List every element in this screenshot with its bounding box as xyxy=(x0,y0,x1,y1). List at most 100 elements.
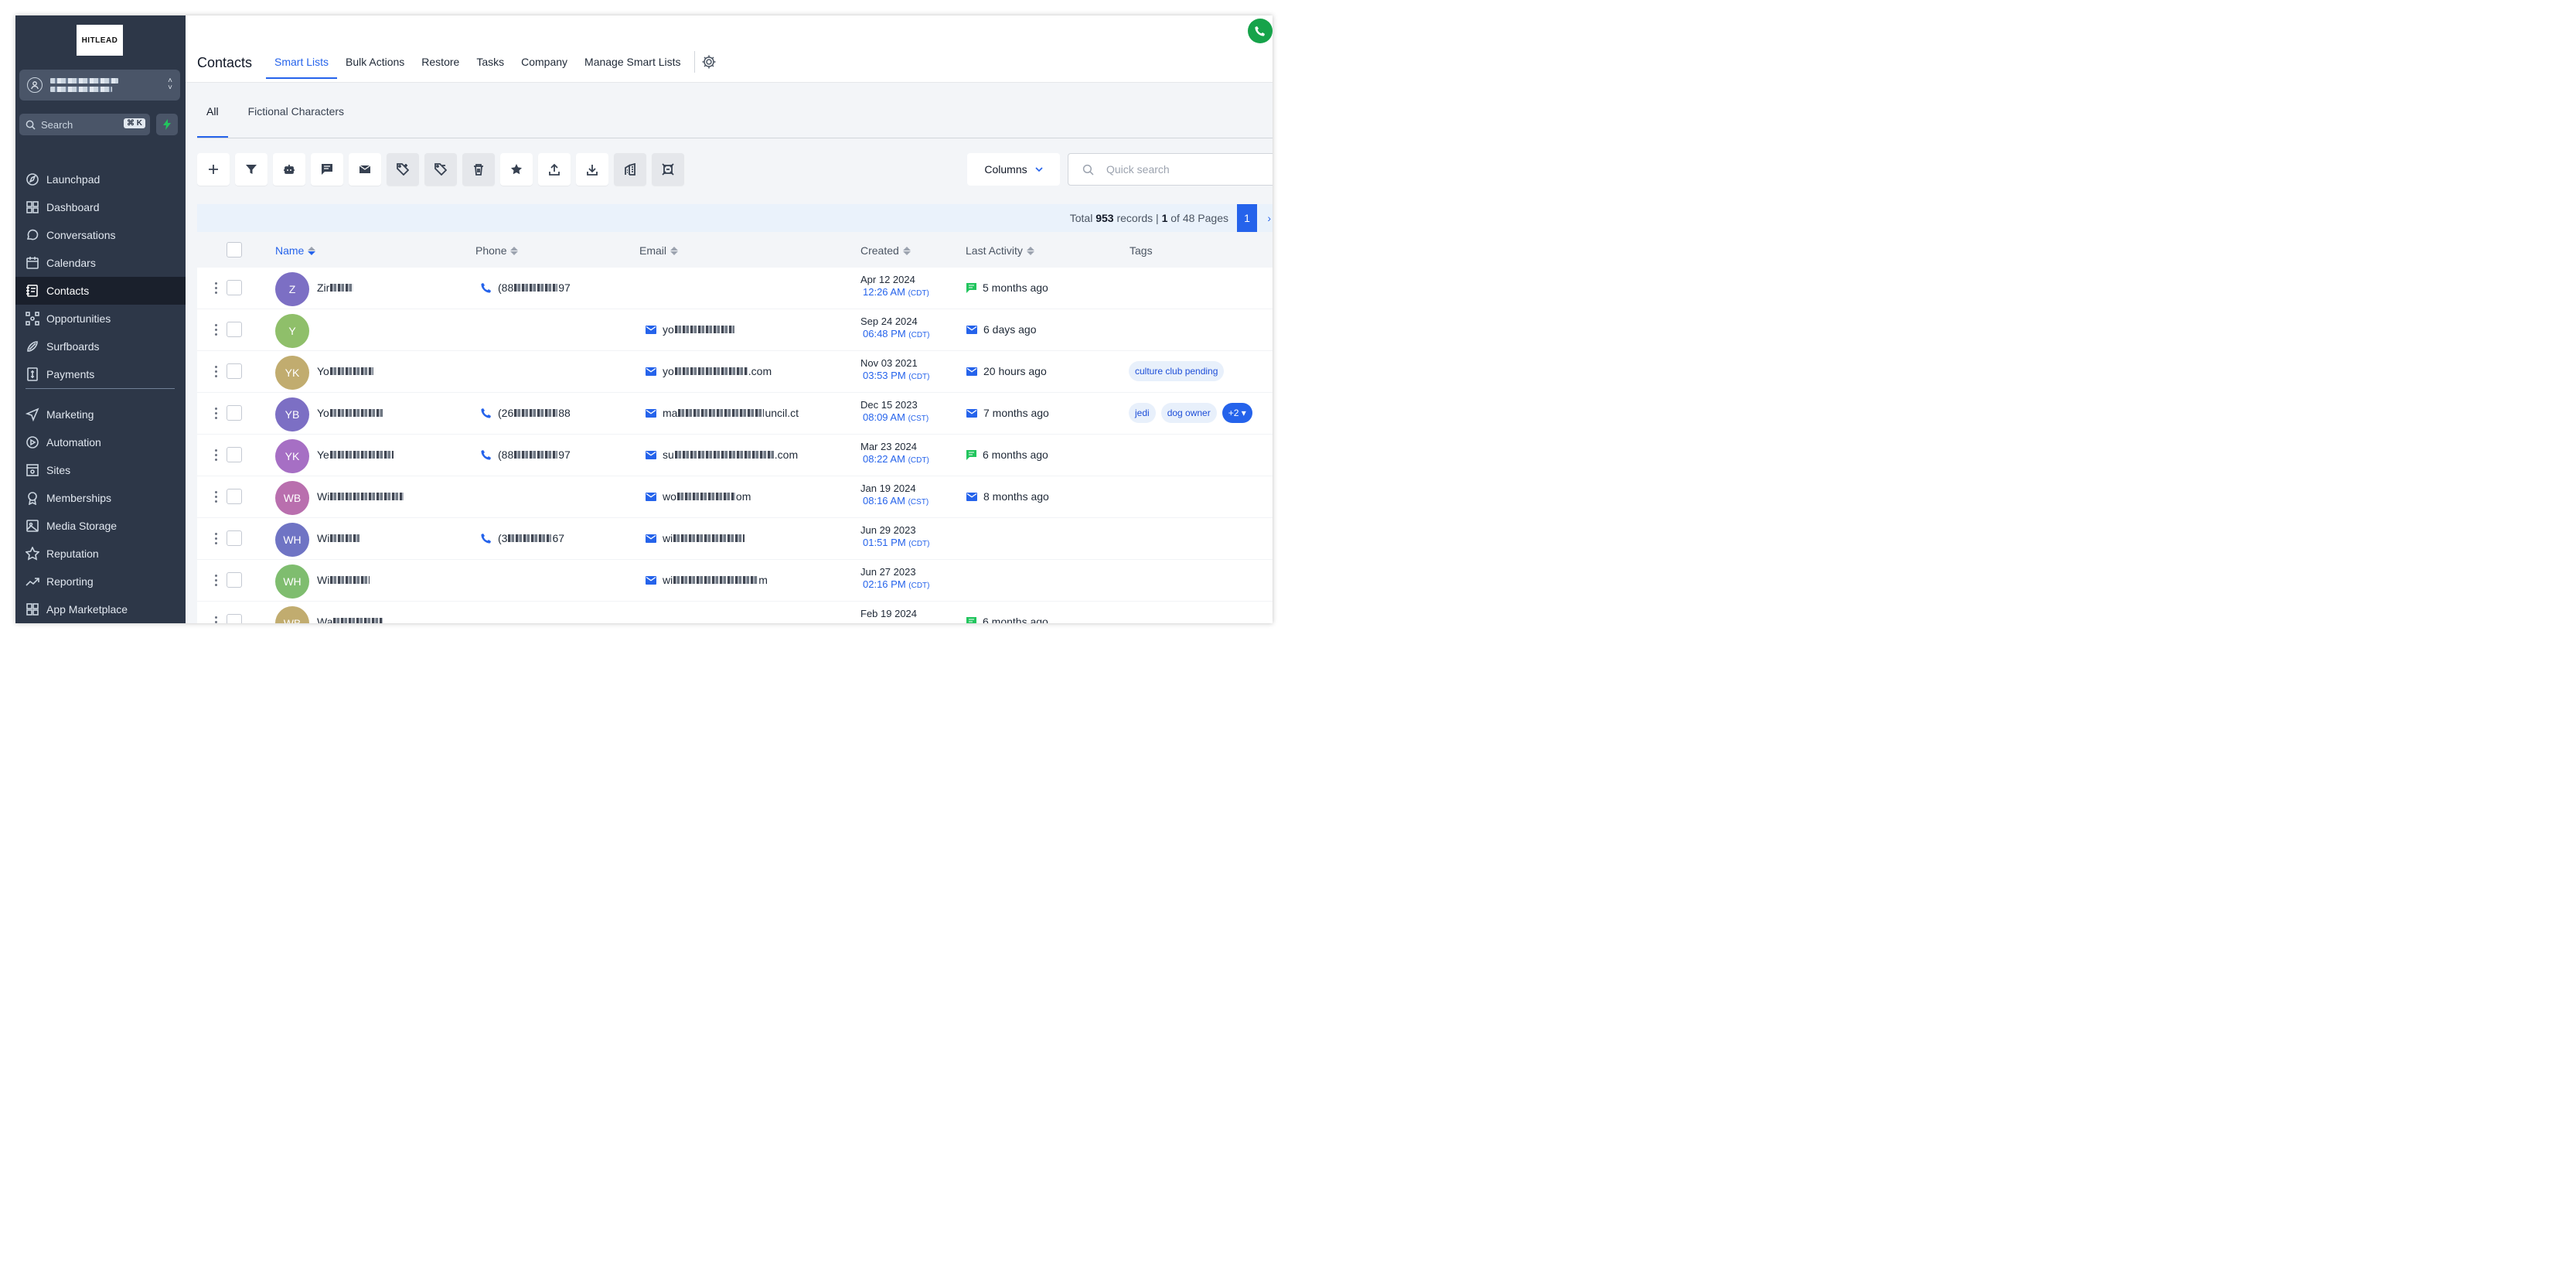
sidebar-item-reputation[interactable]: Reputation xyxy=(15,540,186,568)
sidebar-item-payments[interactable]: Payments xyxy=(15,360,186,388)
table-row[interactable]: WB Wa Feb 19 2024 6 months ago xyxy=(197,602,1273,623)
contact-name[interactable]: Ye xyxy=(317,449,394,461)
sidebar-item-contacts[interactable]: Contacts xyxy=(15,277,186,305)
tag-chip[interactable]: dog owner xyxy=(1160,403,1217,423)
sidebar-item-opportunities[interactable]: Opportunities xyxy=(15,305,186,333)
avatar[interactable]: Z xyxy=(275,272,309,306)
column-header-last-activity[interactable]: Last Activity xyxy=(966,244,1034,257)
sidebar-item-dashboard[interactable]: Dashboard xyxy=(15,193,186,221)
avatar[interactable]: WB xyxy=(275,606,309,623)
export-button[interactable] xyxy=(538,153,571,186)
contact-email[interactable]: wi xyxy=(646,532,745,544)
avatar[interactable]: YK xyxy=(275,356,309,390)
sidebar-item-automation[interactable]: Automation xyxy=(15,428,186,456)
table-row[interactable]: YK Yo yo .com Nov 03 2021 03:53 PM (CDT) 20 ho… xyxy=(197,351,1273,393)
gear-icon[interactable] xyxy=(701,54,717,70)
table-row[interactable]: WH Wi wi m Jun 27 2023 02:16 PM (CDT) xyxy=(197,560,1273,602)
contact-name[interactable]: Yo xyxy=(317,407,384,419)
favorite-button[interactable] xyxy=(500,153,533,186)
row-menu-icon[interactable] xyxy=(215,408,217,419)
quick-action-button[interactable] xyxy=(156,114,178,135)
contact-email[interactable]: ma uncil.ct xyxy=(646,407,799,419)
account-switcher[interactable]: ˄ ˅ xyxy=(19,70,180,101)
row-checkbox[interactable] xyxy=(227,489,242,504)
contact-email[interactable]: wi m xyxy=(646,574,768,586)
sidebar-item-sites[interactable]: Sites xyxy=(15,456,186,484)
contact-phone[interactable]: (88 97 xyxy=(481,281,571,294)
merge-button[interactable] xyxy=(652,153,684,186)
row-checkbox[interactable] xyxy=(227,280,242,295)
column-header-phone[interactable]: Phone xyxy=(475,244,519,257)
contact-phone[interactable]: (26 88 xyxy=(481,407,571,419)
row-checkbox[interactable] xyxy=(227,363,242,379)
contact-name[interactable]: Zir xyxy=(317,281,354,294)
next-page-button[interactable]: › xyxy=(1267,212,1271,224)
sidebar-item-app-marketplace[interactable]: App Marketplace xyxy=(15,595,186,623)
brand-logo[interactable]: HITLEAD xyxy=(77,25,123,56)
row-menu-icon[interactable] xyxy=(215,366,217,377)
table-row[interactable]: WH Wi (3 67 wi Jun 29 2023 01:51 PM (CDT) xyxy=(197,518,1273,560)
sidebar-item-media-storage[interactable]: Media Storage xyxy=(15,512,186,540)
table-row[interactable]: WB Wi wo om Jan 19 2024 08:16 AM (CST) 8 month… xyxy=(197,476,1273,518)
import-button[interactable] xyxy=(576,153,608,186)
row-menu-icon[interactable] xyxy=(215,575,217,586)
row-menu-icon[interactable] xyxy=(215,282,217,294)
row-menu-icon[interactable] xyxy=(215,533,217,544)
tab-manage-smart-lists[interactable]: Manage Smart Lists xyxy=(576,54,690,79)
table-row[interactable]: Z Zir (88 97 Apr 12 2024 12:26 AM (CDT) 5 mont… xyxy=(197,268,1273,309)
quick-search-input[interactable] xyxy=(1106,163,1261,176)
subtab-fictional-characters[interactable]: Fictional Characters xyxy=(228,104,354,138)
row-menu-icon[interactable] xyxy=(215,491,217,503)
sidebar-search[interactable]: Search ⌘ K xyxy=(19,114,150,135)
avatar[interactable]: YB xyxy=(275,397,309,431)
tab-smart-lists[interactable]: Smart Lists xyxy=(266,54,338,79)
call-button[interactable] xyxy=(1248,19,1273,43)
row-checkbox[interactable] xyxy=(227,322,242,337)
tab-company[interactable]: Company xyxy=(513,54,576,79)
avatar[interactable]: Y xyxy=(275,314,309,348)
contact-name[interactable]: Wi xyxy=(317,490,404,503)
tag-chip[interactable]: jedi xyxy=(1129,403,1156,423)
table-row[interactable]: YB Yo (26 88 ma uncil.ct Dec 15 2023 08:09 AM (… xyxy=(197,393,1273,435)
row-checkbox[interactable] xyxy=(227,572,242,588)
row-checkbox[interactable] xyxy=(227,405,242,421)
sidebar-item-calendars[interactable]: Calendars xyxy=(15,249,186,277)
more-tags-button[interactable]: +2 ▾ xyxy=(1222,403,1252,423)
contact-name[interactable]: Wa xyxy=(317,616,383,623)
subtab-all[interactable]: All xyxy=(197,104,228,138)
tab-restore[interactable]: Restore xyxy=(413,54,468,79)
sidebar-item-reporting[interactable]: Reporting xyxy=(15,568,186,595)
sidebar-item-marketing[interactable]: Marketing xyxy=(15,401,186,428)
sidebar-item-launchpad[interactable]: Launchpad xyxy=(15,165,186,193)
sidebar-item-conversations[interactable]: Conversations xyxy=(15,221,186,249)
select-all-checkbox[interactable] xyxy=(227,242,242,258)
column-header-name[interactable]: Name xyxy=(275,244,316,257)
remove-tag-button[interactable] xyxy=(424,153,457,186)
contact-email[interactable]: yo xyxy=(646,323,735,336)
column-header-email[interactable]: Email xyxy=(639,244,679,257)
sidebar-item-memberships[interactable]: Memberships xyxy=(15,484,186,512)
table-row[interactable]: YK Ye (88 97 su .com Mar 23 2024 08:22 AM (CDT)… xyxy=(197,435,1273,476)
contact-name[interactable]: Wi xyxy=(317,532,360,544)
contact-name[interactable]: Wi xyxy=(317,574,370,586)
filter-button[interactable] xyxy=(235,153,267,186)
company-button[interactable] xyxy=(614,153,646,186)
tab-tasks[interactable]: Tasks xyxy=(468,54,513,79)
row-checkbox[interactable] xyxy=(227,447,242,462)
row-menu-icon[interactable] xyxy=(215,449,217,461)
delete-button[interactable] xyxy=(462,153,495,186)
row-menu-icon[interactable] xyxy=(215,616,217,623)
row-menu-icon[interactable] xyxy=(215,324,217,336)
automation-button[interactable] xyxy=(273,153,305,186)
avatar[interactable]: YK xyxy=(275,439,309,473)
contact-name[interactable]: Yo xyxy=(317,365,374,377)
avatar[interactable]: WB xyxy=(275,481,309,515)
add-tag-button[interactable] xyxy=(387,153,419,186)
add-contact-button[interactable] xyxy=(197,153,230,186)
contact-phone[interactable]: (3 67 xyxy=(481,532,564,544)
contact-email[interactable]: wo om xyxy=(646,490,751,503)
tab-bulk-actions[interactable]: Bulk Actions xyxy=(337,54,413,79)
contact-phone[interactable]: (88 97 xyxy=(481,449,571,461)
page-button-current[interactable]: 1 xyxy=(1237,204,1257,232)
avatar[interactable]: WH xyxy=(275,564,309,599)
